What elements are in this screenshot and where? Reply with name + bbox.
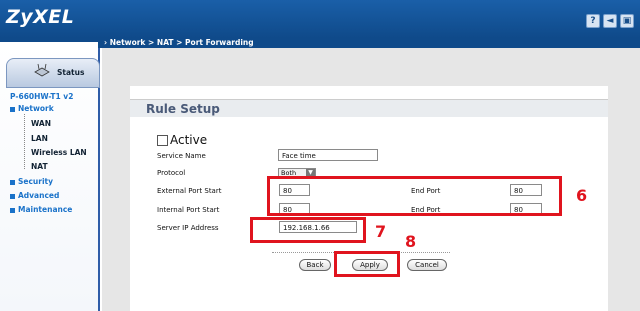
breadcrumb-text: Network > NAT > Port Forwarding bbox=[109, 38, 254, 47]
zyxel-logo: ZyXEL bbox=[6, 6, 75, 28]
logout-icon[interactable]: ▣ bbox=[620, 14, 634, 28]
checkbox-icon[interactable] bbox=[157, 135, 168, 146]
protocol-label: Protocol bbox=[157, 169, 186, 177]
annotation-6: 6 bbox=[576, 186, 588, 205]
sidebar-item-lan[interactable]: LAN bbox=[31, 134, 48, 143]
external-port-start-label: External Port Start bbox=[157, 187, 222, 195]
sidebar-item-network[interactable]: Network bbox=[10, 104, 54, 113]
status-label: Status bbox=[57, 68, 85, 77]
sidebar-item-nat[interactable]: NAT bbox=[31, 162, 48, 171]
sidebar-item-maintenance[interactable]: Maintenance bbox=[10, 205, 72, 214]
tree-line bbox=[24, 114, 25, 169]
header-icons: ? ◄ ▣ bbox=[586, 14, 634, 28]
section-title: Rule Setup bbox=[146, 102, 220, 116]
active-label: Active bbox=[170, 133, 208, 147]
highlight-server-ip bbox=[250, 217, 366, 243]
highlight-port-fields bbox=[267, 176, 562, 216]
sidebar-item-label: Network bbox=[18, 104, 54, 113]
sidebar-item-label: Maintenance bbox=[18, 205, 73, 214]
expand-icon bbox=[10, 179, 15, 185]
sidebar-item-label: Security bbox=[18, 177, 54, 186]
expand-icon bbox=[10, 207, 15, 213]
back-button[interactable]: Back bbox=[299, 259, 331, 271]
expand-icon bbox=[10, 106, 15, 112]
service-name-label: Service Name bbox=[157, 152, 206, 160]
annotation-8: 8 bbox=[405, 232, 417, 251]
sidebar-item-wan[interactable]: WAN bbox=[31, 119, 51, 128]
active-checkbox[interactable]: Active bbox=[157, 133, 207, 147]
top-banner: ZyXEL ? ◄ ▣ bbox=[0, 0, 640, 38]
annotation-7: 7 bbox=[375, 222, 387, 241]
cancel-button[interactable]: Cancel bbox=[407, 259, 447, 271]
expand-icon bbox=[10, 193, 15, 199]
router-icon bbox=[34, 63, 50, 77]
breadcrumb: › Network > NAT > Port Forwarding bbox=[104, 38, 254, 47]
server-ip-label: Server IP Address bbox=[157, 224, 219, 232]
service-name-input[interactable]: Face time bbox=[278, 149, 378, 161]
highlight-apply bbox=[334, 251, 400, 277]
back-icon[interactable]: ◄ bbox=[603, 14, 617, 28]
status-tab[interactable]: Status bbox=[6, 58, 100, 88]
sidebar-item-advanced[interactable]: Advanced bbox=[10, 191, 59, 200]
sidebar-item-label: Advanced bbox=[18, 191, 60, 200]
section-header: Rule Setup bbox=[130, 99, 608, 117]
internal-port-start-label: Internal Port Start bbox=[157, 206, 220, 214]
device-model: P-660HW-T1 v2 bbox=[10, 92, 74, 101]
sidebar-item-wireless-lan[interactable]: Wireless LAN bbox=[31, 148, 87, 157]
sidebar-item-security[interactable]: Security bbox=[10, 177, 53, 186]
help-icon[interactable]: ? bbox=[586, 14, 600, 28]
